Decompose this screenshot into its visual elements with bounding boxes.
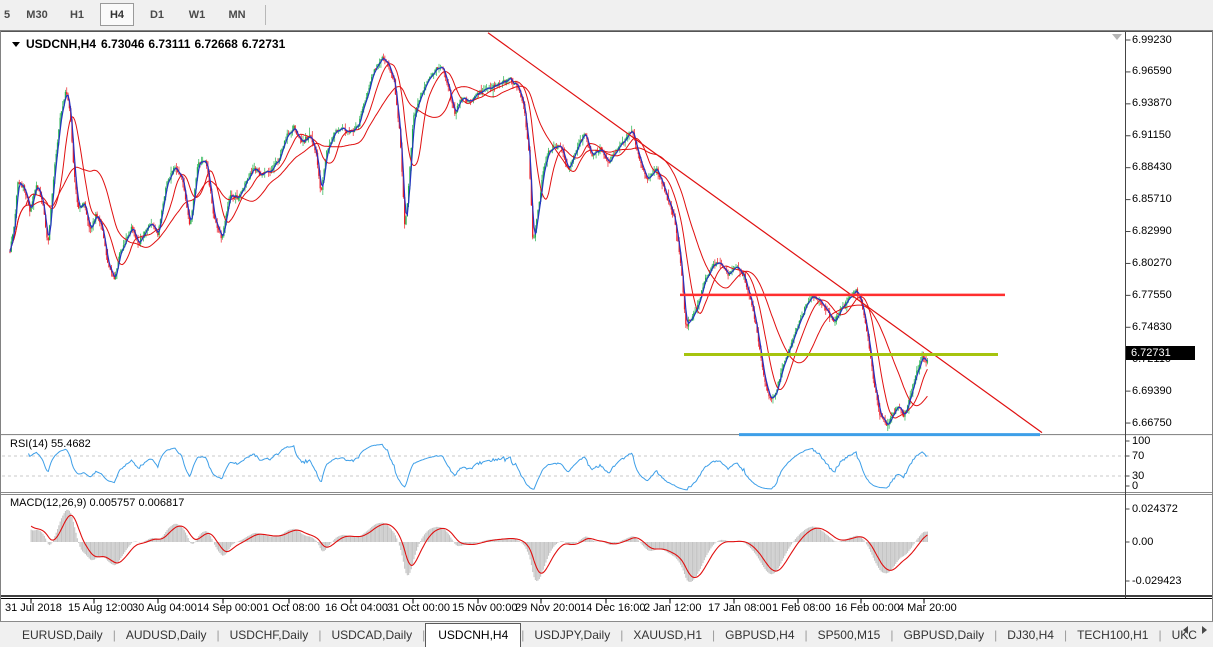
ma-fast-line <box>10 64 927 418</box>
price-axis-label: 6.66750 <box>1132 417 1172 429</box>
date-axis-label: 4 Mar 20:00 <box>898 602 957 614</box>
price-axis-label: 6.88430 <box>1132 161 1172 173</box>
rsi-label: RSI(14) 55.4682 <box>10 438 91 450</box>
date-axis-label: 31 Jul 2018 <box>5 602 62 614</box>
price-axis-label: 6.93870 <box>1132 97 1172 109</box>
macd-scale-label: -0.029423 <box>1132 575 1182 587</box>
mt4-terminal: 5M30H1H4D1W1MN USDCNH,H4 6.73046 6.73111… <box>0 0 1213 647</box>
tabs-scroll-right-icon[interactable] <box>1202 626 1207 634</box>
date-axis-label: 14 Sep 00:00 <box>197 602 262 614</box>
chart-title: USDCNH,H4 6.73046 6.73111 6.72668 6.7273… <box>12 37 285 51</box>
macd-scale-label: 0.00 <box>1132 536 1153 548</box>
chart-tab-gbpusd-daily[interactable]: GBPUSD,Daily <box>893 624 994 646</box>
price-axis-label: 6.91150 <box>1132 129 1171 141</box>
macd-value-main: 0.005757 <box>89 497 135 509</box>
ohlc-open: 6.73046 <box>101 37 144 51</box>
rsi-value: 55.4682 <box>51 438 91 450</box>
price-axis-label: 6.85710 <box>1132 193 1172 205</box>
price-axis-label: 6.82990 <box>1132 225 1172 237</box>
date-axis-label: 15 Aug 12:00 <box>68 602 133 614</box>
chart-tab-usdjpy-daily[interactable]: USDJPY,Daily <box>524 624 620 646</box>
chart-tab-usdcnh-h4[interactable]: USDCNH,H4 <box>425 623 521 647</box>
price-axis-label: 6.99230 <box>1132 34 1172 46</box>
date-axis-label: 29 Nov 20:00 <box>515 602 580 614</box>
ma-slow-line <box>10 86 927 406</box>
rsi-scale-label: 0 <box>1132 480 1138 492</box>
macd-signal-line <box>31 515 927 577</box>
macd-scale-label: 0.024372 <box>1132 503 1178 515</box>
candles-layer <box>9 54 928 431</box>
chart-tab-dj30-h4[interactable]: DJ30,H4 <box>997 624 1064 646</box>
chart-tab-eurusd-daily[interactable]: EURUSD,Daily <box>12 624 113 646</box>
price-axis-label: 6.96590 <box>1132 65 1172 77</box>
chart-shift-marker[interactable] <box>1112 34 1122 40</box>
rsi-name: RSI(14) <box>10 438 48 450</box>
chart-tab-sp500-m15[interactable]: SP500,M15 <box>808 624 891 646</box>
chart-canvas[interactable] <box>0 0 1213 647</box>
chevron-down-icon[interactable] <box>12 42 20 47</box>
ohlc-low: 6.72668 <box>194 37 237 51</box>
ma-blue-line <box>10 59 927 424</box>
price-axis-label: 6.69390 <box>1132 385 1172 397</box>
date-axis-label: 17 Jan 08:00 <box>708 602 772 614</box>
chart-tab-xauusd-h1[interactable]: XAUUSD,H1 <box>623 624 712 646</box>
price-axis-label: 6.77550 <box>1132 289 1172 301</box>
date-axis-label: 1 Feb 08:00 <box>772 602 831 614</box>
symbol-tab-bar: EURUSD,Daily|AUDUSD,Daily|USDCHF,Daily|U… <box>0 621 1213 647</box>
macd-value-signal: 0.006817 <box>138 497 184 509</box>
chart-tab-gbpusd-h4[interactable]: GBPUSD,H4 <box>715 624 804 646</box>
rsi-scale-label: 100 <box>1132 435 1150 447</box>
symbol-timeframe: USDCNH,H4 <box>26 37 96 51</box>
tab-scroll-arrows <box>1183 626 1207 634</box>
ohlc-high: 6.73111 <box>148 37 190 51</box>
chart-tab-usdcad-daily[interactable]: USDCAD,Daily <box>321 624 422 646</box>
macd-label: MACD(12,26,9) 0.005757 0.006817 <box>10 497 184 509</box>
date-axis-label: 15 Nov 00:00 <box>452 602 517 614</box>
date-axis-label: 1 Oct 08:00 <box>263 602 320 614</box>
date-axis-label: 16 Feb 00:00 <box>835 602 900 614</box>
date-axis-label: 30 Aug 04:00 <box>132 602 197 614</box>
ohlc-close: 6.72731 <box>242 37 285 51</box>
chart-tab-audusd-daily[interactable]: AUDUSD,Daily <box>116 624 217 646</box>
current-price-badge: 6.72731 <box>1126 346 1195 360</box>
macd-layer <box>31 510 927 582</box>
rsi-layer <box>29 444 928 490</box>
rsi-scale-label: 70 <box>1132 450 1144 462</box>
chart-tab-usdchf-daily[interactable]: USDCHF,Daily <box>220 624 319 646</box>
tabs-scroll-left-icon[interactable] <box>1183 626 1188 634</box>
macd-name: MACD(12,26,9) <box>10 497 86 509</box>
date-axis-label: 31 Oct 00:00 <box>387 602 450 614</box>
price-axis-label: 6.80270 <box>1132 257 1172 269</box>
date-axis-label: 16 Oct 04:00 <box>325 602 388 614</box>
date-axis-label: 14 Dec 16:00 <box>580 602 645 614</box>
chart-tab-tech100-h1[interactable]: TECH100,H1 <box>1067 624 1158 646</box>
rsi-line <box>29 444 928 490</box>
price-axis-label: 6.74830 <box>1132 321 1172 333</box>
date-axis-label: 2 Jan 12:00 <box>644 602 702 614</box>
